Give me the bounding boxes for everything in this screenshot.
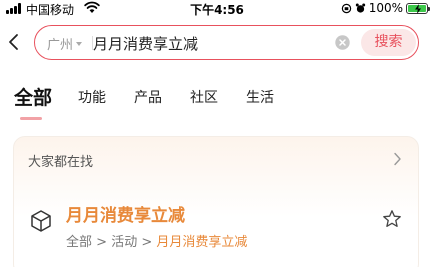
popular-searches-card: 大家都在找 月月消费享立减 全部 > 活动 > 月月消费享立减 <box>13 136 419 267</box>
tab-life[interactable]: 生活 <box>246 87 274 107</box>
popular-searches-header[interactable]: 大家都在找 <box>14 137 418 181</box>
tab-functions[interactable]: 功能 <box>78 87 106 107</box>
city-selector[interactable]: 广州 <box>47 34 83 53</box>
battery-icon <box>406 2 430 14</box>
tab-all[interactable]: 全部 <box>14 83 52 110</box>
back-arrow-icon[interactable] <box>6 30 22 54</box>
tab-community[interactable]: 社区 <box>190 87 218 107</box>
charging-bolt-icon <box>415 3 421 14</box>
battery-percentage: 100% <box>368 1 403 15</box>
caret-down-icon <box>76 41 83 46</box>
active-tab-indicator <box>20 117 42 120</box>
chevron-right-icon <box>394 152 401 166</box>
city-label: 广州 <box>47 38 74 53</box>
alarm-clock-icon <box>355 3 365 13</box>
search-button[interactable]: 搜索 <box>361 29 416 56</box>
breadcrumb-separator: > <box>96 235 108 250</box>
breadcrumb-item: 全部 <box>66 235 93 250</box>
clear-icon[interactable] <box>335 35 350 50</box>
status-bar: 中国移动 下午4:56 100% <box>0 0 434 18</box>
search-input[interactable] <box>93 32 323 54</box>
section-title: 大家都在找 <box>28 155 94 170</box>
result-breadcrumb: 全部 > 活动 > 月月消费享立减 <box>66 231 247 250</box>
breadcrumb-current: 月月消费享立减 <box>156 235 248 250</box>
breadcrumb-item: 活动 <box>111 235 138 250</box>
rotation-lock-icon <box>341 3 351 13</box>
search-bar: 广州 搜索 <box>34 25 419 60</box>
result-title: 月月消费享立减 <box>66 206 185 226</box>
tab-products[interactable]: 产品 <box>134 87 162 107</box>
breadcrumb-separator: > <box>141 235 153 250</box>
search-result-item[interactable]: 月月消费享立减 全部 > 活动 > 月月消费享立减 <box>14 191 418 261</box>
cube-icon <box>31 210 51 232</box>
star-icon[interactable] <box>382 209 402 229</box>
